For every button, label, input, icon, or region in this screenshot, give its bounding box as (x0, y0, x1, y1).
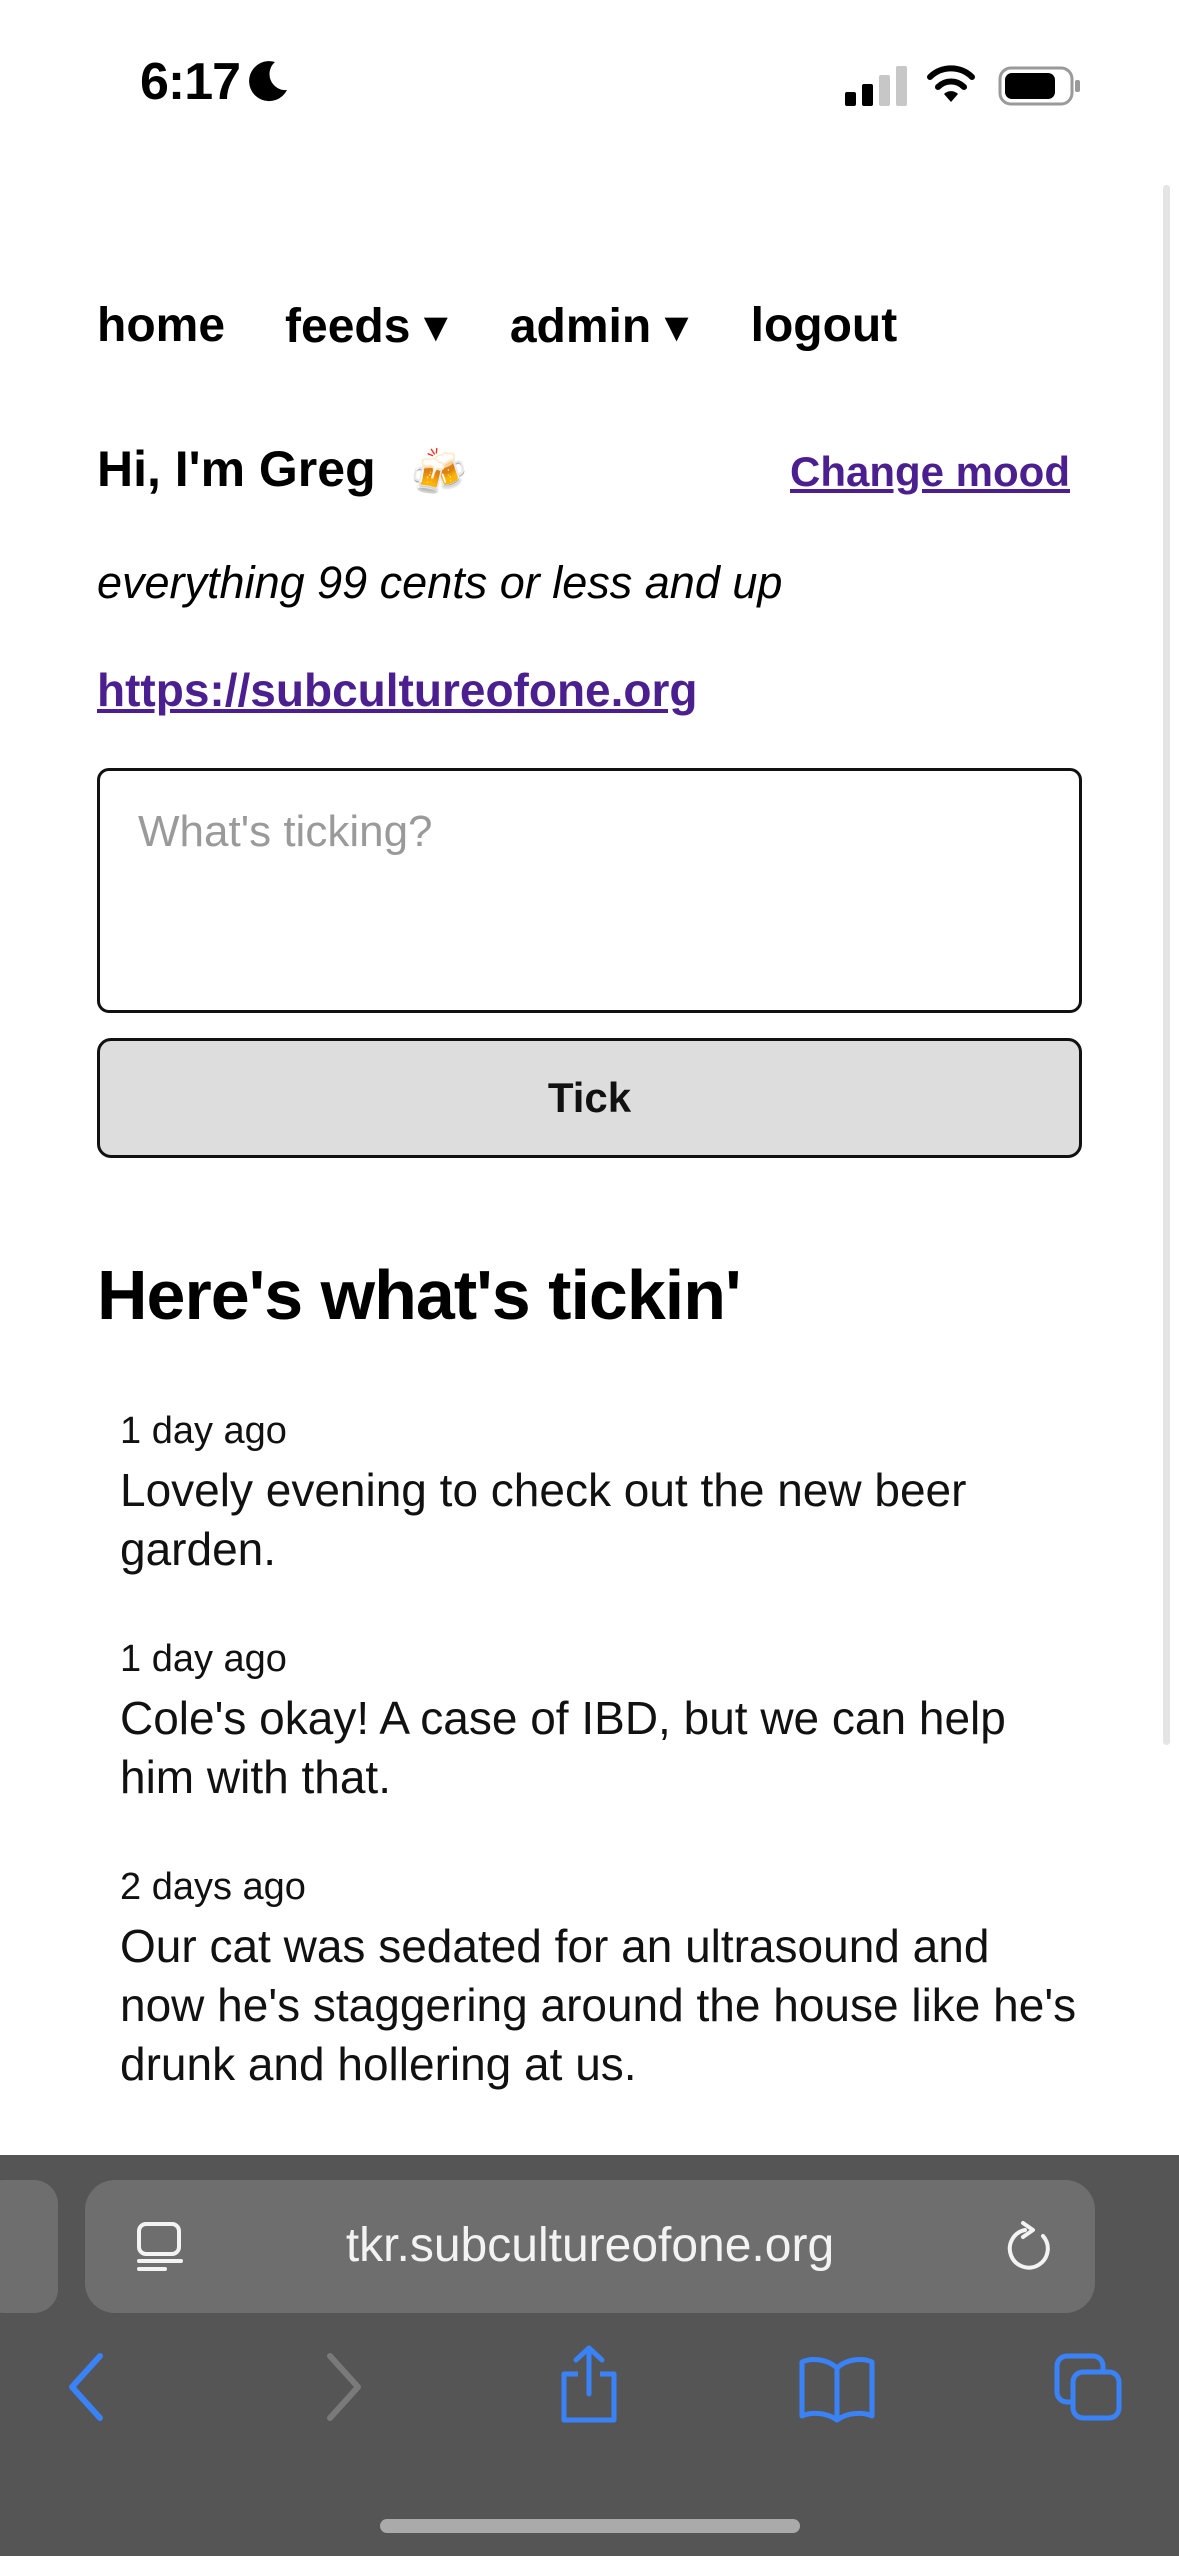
nav-home-link[interactable]: home (97, 298, 225, 368)
greeting-heading: Hi, I'm Greg (97, 441, 376, 497)
previous-tab-peek[interactable] (0, 2180, 58, 2313)
mood-emoji: 🍻 (410, 446, 468, 498)
nav-logout-link[interactable]: logout (751, 298, 898, 368)
nav-feeds-dropdown[interactable]: feeds ▾ (285, 298, 448, 368)
list-item: 2 days ago Our cat was sedated for an ul… (120, 1863, 1080, 2094)
share-icon[interactable] (556, 2344, 622, 2424)
list-item: 1 day ago Cole's okay! A case of IBD, bu… (120, 1635, 1080, 1807)
battery-icon (998, 66, 1080, 106)
tick-timestamp: 2 days ago (120, 1866, 306, 1908)
cellular-signal-icon (845, 66, 907, 106)
moon-icon (249, 61, 287, 102)
scrollbar[interactable] (1163, 185, 1170, 1745)
feed-heading: Here's what's tickin' (97, 1256, 742, 1334)
status-time: 6:17 (140, 53, 241, 111)
tick-text: Lovely evening to check out the new beer… (120, 1464, 967, 1575)
main-nav: home feeds ▾ admin ▾ logout (97, 298, 897, 368)
forward-icon[interactable] (318, 2348, 368, 2426)
tick-timestamp: 1 day ago (120, 1638, 287, 1680)
tick-text: Cole's okay! A case of IBD, but we can h… (120, 1692, 1006, 1803)
reload-icon[interactable] (1003, 2220, 1055, 2274)
tick-input[interactable] (97, 768, 1082, 1013)
home-indicator[interactable] (380, 2519, 800, 2533)
change-mood-link[interactable]: Change mood (790, 448, 1070, 496)
website-link[interactable]: https://subcultureofone.org (97, 663, 698, 717)
tick-timestamp: 1 day ago (120, 1410, 287, 1452)
wifi-icon (927, 65, 975, 102)
back-icon[interactable] (62, 2348, 112, 2426)
profile-tagline: everything 99 cents or less and up (97, 557, 783, 608)
nav-admin-dropdown[interactable]: admin ▾ (510, 298, 689, 368)
tick-button[interactable]: Tick (97, 1038, 1082, 1158)
tabs-icon[interactable] (1053, 2352, 1123, 2422)
tick-text: Our cat was sedated for an ultrasound an… (120, 1920, 1077, 2090)
list-item: 1 day ago Lovely evening to check out th… (120, 1407, 1080, 1579)
url-text[interactable]: tkr.subcultureofone.org (85, 2218, 1095, 2273)
bookmarks-icon[interactable] (798, 2354, 876, 2424)
